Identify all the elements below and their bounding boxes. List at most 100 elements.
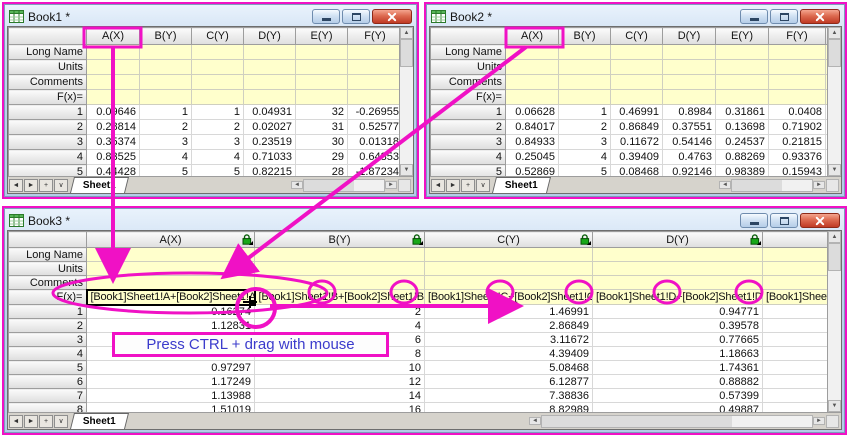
book2-horizontal-scrollbar[interactable]: ◄ ►: [719, 179, 839, 192]
cell[interactable]: [763, 347, 828, 361]
maximize-button[interactable]: [770, 9, 798, 24]
cell[interactable]: 0.84017: [506, 120, 559, 135]
cell[interactable]: [87, 276, 255, 290]
book3-vertical-scrollbar[interactable]: ▲ ▼: [827, 231, 841, 412]
row-label[interactable]: F(x)=: [9, 90, 87, 105]
cell[interactable]: [663, 45, 716, 60]
cell[interactable]: 5: [559, 165, 611, 177]
cell[interactable]: [593, 276, 763, 290]
cell[interactable]: 0.8984: [663, 105, 716, 120]
scroll-track[interactable]: [731, 179, 813, 192]
row-header[interactable]: 6: [9, 375, 87, 389]
cell[interactable]: 1.74361: [593, 361, 763, 375]
cell[interactable]: 0.64853: [348, 150, 400, 165]
add-sheet-button[interactable]: +: [39, 415, 53, 428]
row-label[interactable]: Comments: [431, 75, 506, 90]
cell[interactable]: [348, 45, 400, 60]
fx-cell[interactable]: [506, 90, 559, 105]
row-header[interactable]: 3: [9, 333, 87, 347]
cell[interactable]: 0.77665: [593, 333, 763, 347]
scroll-track[interactable]: [541, 415, 813, 428]
cell[interactable]: 0.57399: [593, 389, 763, 403]
cell[interactable]: 0.82215: [244, 165, 296, 177]
cell[interactable]: 2: [559, 120, 611, 135]
first-sheet-button[interactable]: ◄: [9, 415, 23, 428]
cell[interactable]: [425, 276, 593, 290]
cell[interactable]: [763, 319, 828, 333]
cell[interactable]: 0.25045: [506, 150, 559, 165]
cell[interactable]: 0.39409: [611, 150, 663, 165]
row-header[interactable]: 1: [9, 305, 87, 319]
book1-horizontal-scrollbar[interactable]: ◄ ►: [291, 179, 411, 192]
cell[interactable]: [593, 262, 763, 276]
scroll-track[interactable]: [828, 67, 841, 164]
cell[interactable]: [296, 75, 348, 90]
row-label[interactable]: Comments: [9, 276, 87, 290]
book2-vertical-scrollbar[interactable]: ▲ ▼: [827, 27, 841, 176]
row-header[interactable]: 5: [431, 165, 506, 177]
row-label[interactable]: F(x)=: [431, 90, 506, 105]
cell[interactable]: 29: [296, 150, 348, 165]
cell[interactable]: [769, 45, 826, 60]
column-header[interactable]: [826, 28, 828, 45]
row-header[interactable]: 3: [431, 135, 506, 150]
cell[interactable]: 16: [255, 403, 425, 413]
cell[interactable]: 5: [140, 165, 192, 177]
cell[interactable]: 5.08468: [425, 361, 593, 375]
first-sheet-button[interactable]: ◄: [431, 179, 445, 192]
scroll-down-icon[interactable]: ▼: [828, 400, 841, 412]
cell[interactable]: [425, 248, 593, 262]
cell[interactable]: [716, 60, 769, 75]
cell[interactable]: 7.38836: [425, 389, 593, 403]
cell[interactable]: 0.44428: [87, 165, 140, 177]
cell[interactable]: 2: [192, 120, 244, 135]
cell[interactable]: 3: [140, 135, 192, 150]
fill-handle[interactable]: [250, 300, 255, 305]
sheet-tab[interactable]: Sheet1: [492, 177, 551, 193]
cell[interactable]: 30: [296, 135, 348, 150]
cell[interactable]: 32: [296, 105, 348, 120]
cell[interactable]: -0.26955: [348, 105, 400, 120]
column-header[interactable]: C(Y): [192, 28, 244, 45]
cell[interactable]: [763, 375, 828, 389]
cell[interactable]: 0.11672: [611, 135, 663, 150]
column-header[interactable]: A(X): [87, 232, 255, 248]
cell[interactable]: [348, 60, 400, 75]
cell[interactable]: 0.71902: [769, 120, 826, 135]
column-header[interactable]: [763, 232, 828, 248]
scroll-up-icon[interactable]: ▲: [828, 231, 841, 243]
scroll-right-icon[interactable]: ►: [385, 181, 397, 189]
scroll-up-icon[interactable]: ▲: [400, 27, 413, 39]
fx-cell[interactable]: [611, 90, 663, 105]
cell[interactable]: [763, 361, 828, 375]
cell[interactable]: [Book1]Sheet: [763, 290, 828, 305]
column-header[interactable]: B(Y): [140, 28, 192, 45]
cell[interactable]: 0.52577: [348, 120, 400, 135]
cell[interactable]: 0.86849: [611, 120, 663, 135]
cell[interactable]: [425, 262, 593, 276]
cell[interactable]: 0.0408: [769, 105, 826, 120]
cell[interactable]: 3: [559, 135, 611, 150]
cell[interactable]: 1.51019: [87, 403, 255, 413]
cell[interactable]: 0.46991: [611, 105, 663, 120]
cell[interactable]: [506, 60, 559, 75]
cell[interactable]: 2: [140, 120, 192, 135]
row-header[interactable]: 2: [9, 319, 87, 333]
resize-grip[interactable]: [826, 179, 839, 192]
fx-cell[interactable]: [296, 90, 348, 105]
cell[interactable]: 1.17249: [87, 375, 255, 389]
cell[interactable]: 6.12877: [425, 375, 593, 389]
column-header[interactable]: E(Y): [296, 28, 348, 45]
book1-vertical-scrollbar[interactable]: ▲ ▼: [399, 27, 413, 176]
cell[interactable]: 0.28814: [87, 120, 140, 135]
row-header[interactable]: 1: [431, 105, 506, 120]
next-sheet-button[interactable]: ►: [24, 179, 38, 192]
cell[interactable]: 0.84933: [506, 135, 559, 150]
fx-cell[interactable]: [87, 90, 140, 105]
cell[interactable]: 1.46991: [425, 305, 593, 319]
book3-titlebar[interactable]: Book3 *: [7, 211, 842, 230]
column-header[interactable]: E(Y): [716, 28, 769, 45]
grid-corner[interactable]: [9, 232, 87, 248]
grid-corner[interactable]: [9, 28, 87, 45]
cell[interactable]: [506, 75, 559, 90]
